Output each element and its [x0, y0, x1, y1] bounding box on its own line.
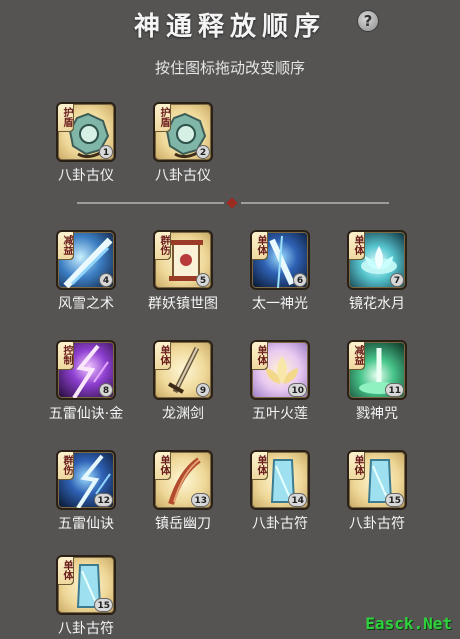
- skill-tag: 群伤: [58, 452, 73, 479]
- skill-tag: 单体: [252, 342, 267, 369]
- skill-label: 五叶火莲: [252, 406, 308, 422]
- equipped-slot-1[interactable]: 护盾 1 八卦古仪: [31, 102, 131, 184]
- skill-card[interactable]: 群伤 5 群妖镇世图: [128, 230, 228, 312]
- order-badge: 5: [196, 273, 210, 287]
- skill-label: 戮神咒: [356, 406, 398, 422]
- scroll-icon: 群伤 5: [153, 230, 213, 290]
- skill-label: 镇岳幽刀: [155, 516, 211, 532]
- order-badge: 2: [196, 145, 210, 159]
- order-badge: 9: [196, 383, 210, 397]
- sword-icon: 单体 9: [153, 340, 213, 400]
- divider-diamond-icon: [226, 197, 238, 209]
- help-button[interactable]: ?: [357, 10, 379, 32]
- talisman-icon: 单体 15: [347, 450, 407, 510]
- order-badge: 14: [288, 493, 307, 507]
- lotus-flower-icon: 单体 7: [347, 230, 407, 290]
- order-badge: 10: [288, 383, 307, 397]
- skill-card[interactable]: 单体 9 龙渊剑: [128, 340, 228, 422]
- skill-label: 八卦古符: [58, 621, 114, 637]
- order-badge: 15: [94, 598, 113, 612]
- skill-label: 五雷仙诀·金: [48, 406, 124, 422]
- skill-tag: 控制: [58, 342, 73, 369]
- page-title: 神通释放顺序: [133, 12, 326, 42]
- skill-tag: 单体: [155, 452, 170, 479]
- talisman-icon: 单体 14: [250, 450, 310, 510]
- green-curse-icon: 减益 11: [347, 340, 407, 400]
- skill-card[interactable]: 单体 14 八卦古符: [225, 450, 325, 532]
- equipped-slot-2[interactable]: 护盾 2 八卦古仪: [128, 102, 228, 184]
- saber-icon: 单体 13: [153, 450, 213, 510]
- skill-card[interactable]: 单体 10 五叶火莲: [225, 340, 325, 422]
- instruction-text: 按住图标拖动改变顺序: [154, 59, 305, 77]
- order-badge: 8: [99, 383, 113, 397]
- skill-label: 龙渊剑: [162, 406, 204, 422]
- divider-right: [241, 202, 389, 204]
- order-badge: 11: [385, 383, 404, 397]
- order-badge: 13: [191, 493, 210, 507]
- skill-tag: 护盾: [155, 104, 170, 131]
- skill-tag: 减益: [58, 232, 73, 259]
- skill-card[interactable]: 减益 11 戮神咒: [322, 340, 422, 422]
- skill-label: 五雷仙诀: [58, 516, 114, 532]
- skill-card[interactable]: 单体 7 镜花水月: [322, 230, 422, 312]
- divine-light-icon: 单体 6: [250, 230, 310, 290]
- skill-tag: 护盾: [58, 104, 73, 131]
- skill-label: 八卦古符: [349, 516, 405, 532]
- skill-label: 八卦古仪: [58, 168, 114, 184]
- bagua-mirror-icon: 护盾 2: [153, 102, 213, 162]
- skill-label: 群妖镇世图: [148, 296, 218, 312]
- skill-tag: 减益: [349, 342, 364, 369]
- order-badge: 12: [94, 493, 113, 507]
- skill-tag: 单体: [349, 232, 364, 259]
- skill-card[interactable]: 单体 13 镇岳幽刀: [128, 450, 228, 532]
- question-icon: ?: [363, 12, 373, 30]
- blue-lightning-icon: 群伤 12: [56, 450, 116, 510]
- purple-lightning-icon: 控制 8: [56, 340, 116, 400]
- skill-card[interactable]: 单体 15 八卦古符: [322, 450, 422, 532]
- skill-card[interactable]: 群伤 12 五雷仙诀: [31, 450, 131, 532]
- skill-tag: 单体: [252, 232, 267, 259]
- blizzard-icon: 减益 4: [56, 230, 116, 290]
- skill-label: 镜花水月: [349, 296, 405, 312]
- skill-label: 风雪之术: [58, 296, 114, 312]
- skill-tag: 单体: [58, 557, 73, 584]
- skill-label: 八卦古仪: [155, 168, 211, 184]
- watermark: Easck.Net: [365, 614, 452, 633]
- skill-card[interactable]: 控制 8 五雷仙诀·金: [31, 340, 131, 422]
- talisman-icon: 单体 15: [56, 555, 116, 615]
- order-badge: 7: [390, 273, 404, 287]
- skill-tag: 单体: [155, 342, 170, 369]
- skill-card[interactable]: 单体 6 太一神光: [225, 230, 325, 312]
- skill-label: 八卦古符: [252, 516, 308, 532]
- skill-tag: 单体: [252, 452, 267, 479]
- skill-label: 太一神光: [252, 296, 308, 312]
- fire-lotus-icon: 单体 10: [250, 340, 310, 400]
- divider-left: [77, 202, 224, 204]
- order-badge: 15: [385, 493, 404, 507]
- skill-tag: 单体: [349, 452, 364, 479]
- order-badge: 6: [293, 273, 307, 287]
- order-badge: 1: [99, 145, 113, 159]
- skill-card[interactable]: 单体 15 八卦古符: [31, 555, 131, 637]
- order-badge: 4: [99, 273, 113, 287]
- skill-card[interactable]: 减益 4 风雪之术: [31, 230, 131, 312]
- skill-tag: 群伤: [155, 232, 170, 259]
- bagua-mirror-icon: 护盾 1: [56, 102, 116, 162]
